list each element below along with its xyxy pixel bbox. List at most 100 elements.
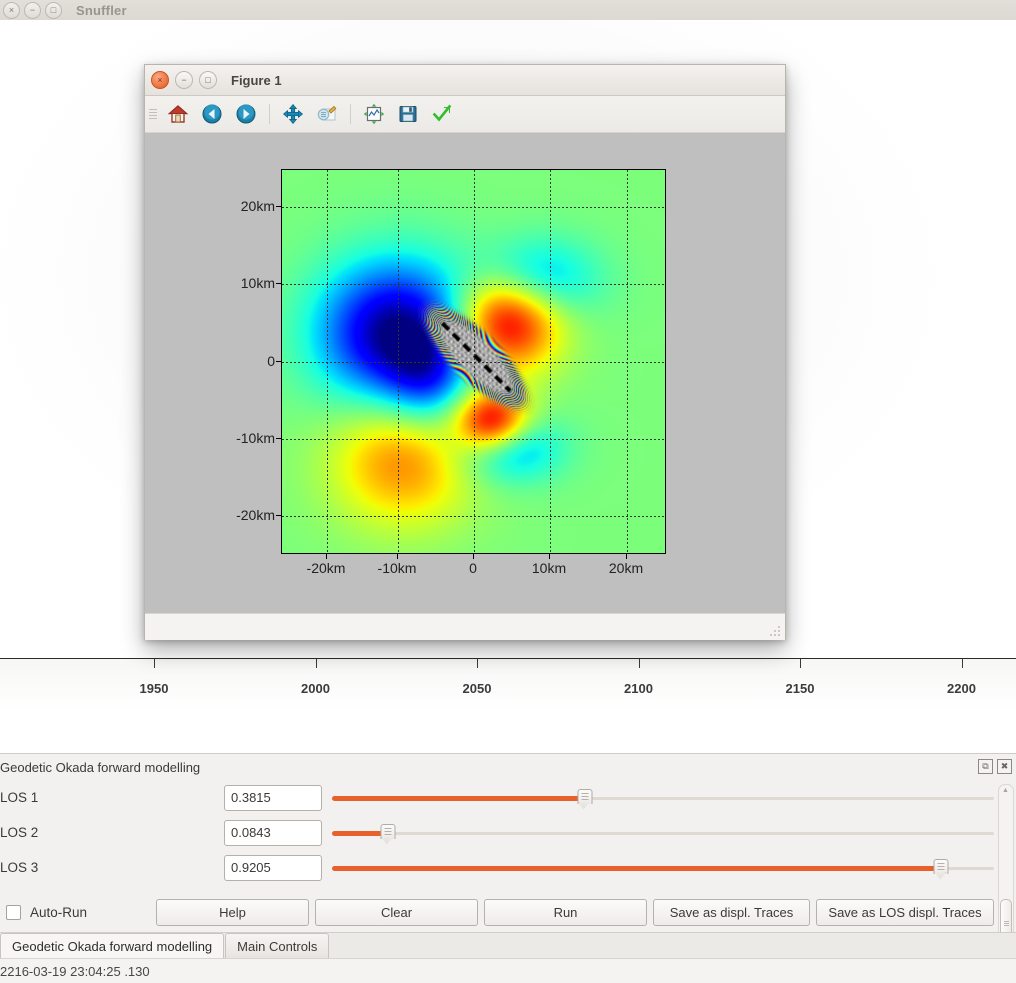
los-2-slider[interactable]: [332, 820, 994, 846]
gridline-horizontal: [282, 284, 665, 285]
los-1-input[interactable]: [224, 784, 322, 811]
los-2-label: LOS 2: [0, 825, 39, 840]
timeline-tick-mark: [154, 659, 155, 668]
x-tick-label: 0: [469, 560, 477, 576]
parameter-row-los-3: LOS 3: [0, 850, 1016, 885]
gridline-horizontal: [282, 516, 665, 517]
y-tick-label: 0: [267, 353, 275, 369]
plot-axes[interactable]: [281, 169, 666, 554]
app-statusbar: 2216-03-19 23:04:25 .130: [0, 958, 1016, 983]
app-minimize-icon[interactable]: −: [24, 1, 41, 19]
timeline-tick-label: 2150: [785, 681, 815, 696]
x-tick-mark: [473, 554, 474, 559]
x-tick-mark: [397, 554, 398, 559]
panel-header: Geodetic Okada forward modelling ⧉ ✖: [0, 754, 1016, 780]
clear-button[interactable]: Clear: [315, 898, 478, 926]
auto-run-checkbox[interactable]: [6, 904, 21, 920]
los-3-label: LOS 3: [0, 860, 39, 875]
timeline-tick-label: 2050: [462, 681, 492, 696]
undock-icon[interactable]: ⧉: [978, 759, 993, 774]
help-button[interactable]: Help: [156, 898, 309, 926]
slider-fill: [332, 865, 942, 871]
figure-window[interactable]: × − □ Figure 1 20km 10km 0 -10km -20km -…: [144, 64, 786, 640]
timeline-axis[interactable]: 1950 2000 2050 2100 2150 2200: [0, 658, 1016, 754]
slider-handle[interactable]: [933, 858, 949, 881]
los-2-input[interactable]: [224, 819, 322, 846]
app-maximize-glyph: □: [50, 4, 57, 15]
parameter-row-los-2: LOS 2: [0, 815, 1016, 850]
slider-handle[interactable]: [380, 823, 396, 846]
x-tick-mark: [549, 554, 550, 559]
timeline-tick-label: 2000: [301, 681, 330, 696]
app-title: Snuffler: [76, 2, 127, 18]
save-los-displ-traces-button[interactable]: Save as LOS displ. Traces: [816, 898, 994, 926]
bottom-tab-bar: Geodetic Okada forward modelling Main Co…: [0, 932, 1016, 959]
timeline-tick-mark: [638, 659, 640, 668]
save-displ-traces-button[interactable]: Save as displ. Traces: [653, 898, 810, 926]
x-tick-label: -10km: [377, 560, 417, 576]
y-tick-label: 10km: [240, 275, 275, 291]
figure-title: Figure 1: [231, 72, 282, 88]
toolbar-separator-1: [269, 104, 270, 124]
panel-title: Geodetic Okada forward modelling: [0, 759, 201, 775]
figure-maximize-icon[interactable]: □: [199, 71, 217, 89]
home-icon[interactable]: [163, 100, 193, 128]
y-tick-label: 20km: [240, 198, 275, 214]
figure-statusbar: [145, 613, 785, 640]
los-3-slider[interactable]: [332, 855, 994, 881]
toolbar-separator-2: [350, 104, 351, 124]
auto-run-label: Auto-Run: [30, 904, 88, 920]
panel-header-icons: ⧉ ✖: [978, 759, 1012, 774]
run-button[interactable]: Run: [484, 898, 647, 926]
x-tick-label: 20km: [608, 560, 644, 576]
tab-main-controls[interactable]: Main Controls: [225, 933, 330, 959]
timeline-tick-mark: [477, 659, 478, 668]
forward-arrow-icon[interactable]: [231, 100, 261, 128]
scroll-up-arrow-icon[interactable]: ▲: [1002, 787, 1009, 794]
action-button-row: Auto-Run Help Clear Run Save as displ. T…: [0, 895, 1016, 929]
gridline-horizontal: [282, 362, 665, 363]
figure-titlebar: × − □ Figure 1: [145, 65, 785, 96]
app-close-glyph: ×: [8, 4, 15, 15]
gridline-horizontal: [282, 207, 665, 208]
app-titlebar: × − □ Snuffler: [0, 0, 1016, 21]
undock-glyph: ⧉: [982, 761, 989, 771]
app-minimize-glyph: −: [29, 4, 36, 15]
x-tick-mark: [326, 554, 327, 559]
close-panel-glyph: ✖: [1000, 761, 1009, 771]
tab-geodetic-okada[interactable]: Geodetic Okada forward modelling: [0, 933, 225, 959]
x-tick-label: 10km: [531, 560, 567, 576]
app-close-icon[interactable]: ×: [3, 1, 20, 19]
timeline-tick-label: 2200: [947, 681, 976, 696]
timeline-tick-label: 2100: [624, 681, 653, 696]
x-tick-label: -20km: [306, 560, 346, 576]
figure-close-icon[interactable]: ×: [151, 71, 169, 89]
parameter-row-los-1: LOS 1: [0, 780, 1016, 815]
close-panel-icon[interactable]: ✖: [997, 759, 1012, 774]
pan-move-icon[interactable]: [278, 100, 308, 128]
green-check-icon[interactable]: [427, 100, 457, 128]
figure-canvas[interactable]: 20km 10km 0 -10km -20km -20km -10km 0 10…: [145, 133, 785, 613]
x-tick-mark: [626, 554, 627, 559]
save-floppy-icon[interactable]: [393, 100, 423, 128]
los-1-slider[interactable]: [332, 785, 994, 811]
los-3-input[interactable]: [224, 854, 322, 881]
app-maximize-icon[interactable]: □: [45, 1, 62, 19]
timeline-tick-mark: [961, 659, 963, 668]
timeline-tick-label: 1950: [139, 681, 169, 696]
toolbar-drag-handle[interactable]: [149, 105, 157, 123]
figure-minimize-glyph: −: [181, 74, 187, 85]
gridline-horizontal: [282, 439, 665, 440]
figure-minimize-icon[interactable]: −: [175, 71, 193, 89]
y-tick-label: -10km: [236, 430, 275, 446]
figure-close-glyph: ×: [157, 74, 163, 85]
resize-grip-icon[interactable]: [768, 624, 782, 638]
figure-maximize-glyph: □: [205, 74, 211, 85]
timeline-tick-mark: [800, 659, 801, 668]
subplots-config-icon[interactable]: [359, 100, 389, 128]
auto-run-control[interactable]: Auto-Run: [0, 904, 156, 920]
slider-handle[interactable]: [577, 788, 593, 811]
slider-track: [332, 831, 994, 835]
zoom-rect-icon[interactable]: [312, 100, 342, 128]
back-arrow-icon[interactable]: [197, 100, 227, 128]
